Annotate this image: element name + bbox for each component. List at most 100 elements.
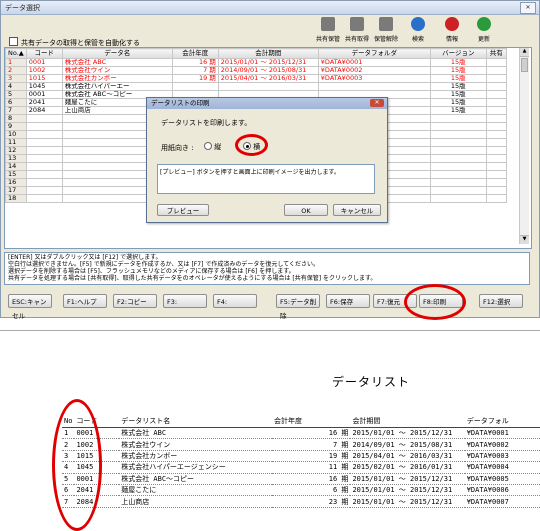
toolbar-button-2[interactable]: 保管解除 (373, 17, 399, 49)
grid-cell (485, 66, 507, 75)
grid-cell (25, 114, 63, 123)
grid-header-6[interactable]: バージョン (429, 48, 487, 59)
report-cell: 2014/09/01 ～ 2015/08/31 (350, 438, 465, 451)
grid-cell: 15版 (429, 66, 487, 75)
report-cell: ¥DATA¥0001 (464, 427, 540, 440)
grid-cell (485, 170, 507, 179)
grid-header-5[interactable]: データフォルダ (317, 48, 431, 59)
grid-cell: 5 (5, 90, 27, 99)
grid-cell (485, 90, 507, 99)
grid-cell (171, 82, 219, 91)
report-cell: ¥DATA¥0003 (464, 450, 540, 463)
grid-cell (485, 74, 507, 83)
hint-line-2: 空白行は選択できません。[F5] で新規にデータを作成するか、又は [F7] で… (8, 261, 319, 268)
toolbar-button-0[interactable]: 共有保管 (315, 17, 341, 49)
grid-cell: 15版 (429, 106, 487, 115)
report-cell: ¥DATA¥0005 (464, 473, 540, 485)
toolbar-button-3[interactable]: 検索 (405, 17, 431, 49)
grid-cell: 13 (5, 154, 27, 163)
fkey-button-1[interactable]: F1:ヘルプ (63, 294, 107, 308)
grid-header-0[interactable]: No.▲ (5, 48, 27, 59)
report-cell: 2015/02/01 ～ 2016/01/31 (350, 461, 465, 474)
title-bar: データ選択 ✕ (1, 1, 539, 15)
ok-button[interactable]: OK (284, 204, 328, 216)
radio-circle[interactable] (204, 142, 212, 150)
report-table: No コード データリスト名 会計年度 会計期間 データフォル 1 0001 株式会社 ABC… (62, 415, 540, 508)
dialog-info-box: [プレビュー] ボタンを押すと画面上に印刷イメージを出力します。 (157, 164, 375, 194)
grid-cell: 15版 (429, 82, 487, 91)
fkey-button-9[interactable]: F12:選択 (479, 294, 523, 308)
grid-cell: 2015/01/01 ～ 2015/12/31 (217, 58, 319, 67)
grid-scrollbar[interactable]: ▲ ▼ (519, 48, 529, 244)
grid-cell (485, 186, 507, 195)
fkey-button-6[interactable]: F6:保存 (326, 294, 370, 308)
fkey-button-3[interactable]: F3: (163, 294, 207, 308)
grid-cell (429, 162, 487, 171)
grid-cell (429, 170, 487, 179)
toolbar-button-label: 情報 (445, 36, 458, 43)
report-cell: 株式会社 ABC～コピー (119, 473, 272, 485)
cancel-button[interactable]: キャンセル (333, 204, 381, 216)
portrait-radio[interactable]: 縦 (204, 142, 221, 152)
grid-cell: 16 (5, 178, 27, 187)
grid-cell: 18 (5, 194, 27, 203)
report-cell: 2015/01/01 ～ 2015/12/31 (350, 484, 465, 497)
grid-cell (429, 114, 487, 123)
grid-header-1[interactable]: コード (25, 48, 63, 59)
table-row[interactable]: 2 1002 株式会社ウイン 7 期 2014/09/01 ～ 2015/08/31 ¥D… (5, 66, 507, 75)
preview-button[interactable]: プレビュー (157, 204, 209, 216)
grid-cell: 7 期 (171, 66, 219, 75)
dialog-message: データリストを印刷します。 (161, 119, 252, 127)
grid-cell: 11 (5, 138, 27, 147)
print-dialog: データリストの印刷 ✕ データリストを印刷します。 用紙向き : 縦 横 [プレ… (146, 97, 388, 223)
report-cell: 2015/01/01 ～ 2015/12/31 (350, 473, 465, 485)
fkey-button-0[interactable]: ESC:キャンセル (8, 294, 52, 320)
grid-cell (485, 114, 507, 123)
grid-cell: 0001 (25, 90, 63, 99)
table-row[interactable]: 3 1015 株式会社カンボー 19 期 2015/04/01 ～ 2016/03/31… (5, 74, 507, 83)
fkey-button-4[interactable]: F4: (213, 294, 257, 308)
grid-cell (429, 154, 487, 163)
hint-line-3: 選択データを削除する場合は [F5]、フラッシュメモリなどのメディアに保存する場… (8, 268, 295, 275)
grid-cell (25, 194, 63, 203)
window-close-button[interactable]: ✕ (520, 2, 536, 14)
report-cell: ¥DATA¥0006 (464, 484, 540, 497)
grid-cell: 1 (5, 58, 27, 67)
toolbar-button-label: 検索 (411, 36, 424, 43)
fkey-button-2[interactable]: F2:コピー (113, 294, 157, 308)
checkbox-box[interactable] (9, 37, 18, 46)
grid-cell: 株式会社ハイパーエー (61, 82, 173, 91)
grid-cell: ¥DATA¥0003 (317, 74, 431, 83)
grid-cell: 2015/04/01 ～ 2016/03/31 (217, 74, 319, 83)
report-header-2: データリスト名 (119, 415, 272, 428)
report-cell: ¥DATA¥0007 (464, 495, 540, 508)
report-cell: 株式会社ウイン (119, 438, 272, 451)
share-store-icon (321, 17, 335, 31)
grid-cell: 15版 (429, 74, 487, 83)
report-cell: 麺屋こたに (119, 484, 272, 497)
grid-cell (485, 130, 507, 139)
report-cell: 19 期 (272, 450, 351, 463)
scroll-thumb[interactable] (521, 58, 528, 72)
grid-cell (429, 122, 487, 131)
fkey-button-5[interactable]: F5:データ削除 (276, 294, 320, 320)
report-header-4: 会計期間 (350, 415, 465, 428)
grid-header-2[interactable]: データ名 (61, 48, 173, 59)
table-row[interactable]: 1 0001 株式会社 ABC 16 期 2015/01/01 ～ 2015/12/31… (5, 58, 507, 67)
dialog-close-button[interactable]: ✕ (370, 99, 384, 107)
grid-cell (429, 186, 487, 195)
hint-line-1: [ENTER] 又はダブルクリック又は [F12] で選択します。 (8, 254, 162, 261)
toolbar-button-5[interactable]: 更新 (471, 17, 497, 49)
grid-cell (485, 82, 507, 91)
release-icon (379, 17, 393, 31)
report-cell: 2015/01/01 ～ 2015/12/31 (350, 495, 465, 508)
grid-cell: 3 (5, 74, 27, 83)
grid-header-7[interactable]: 共有 (485, 48, 507, 59)
toolbar-button-4[interactable]: 情報 (439, 17, 465, 49)
toolbar-button-1[interactable]: 共有取得 (344, 17, 370, 49)
grid-header-4[interactable]: 会計期間 (217, 48, 319, 59)
report-row: 7 2084 上山商店 23 期 2015/01/01 ～ 2015/12/31 ¥DAT… (62, 495, 540, 508)
table-row[interactable]: 4 1045 株式会社ハイパーエー 15版 (5, 82, 507, 91)
grid-header-3[interactable]: 会計年度 (171, 48, 219, 59)
report-title: データリスト (332, 375, 411, 389)
